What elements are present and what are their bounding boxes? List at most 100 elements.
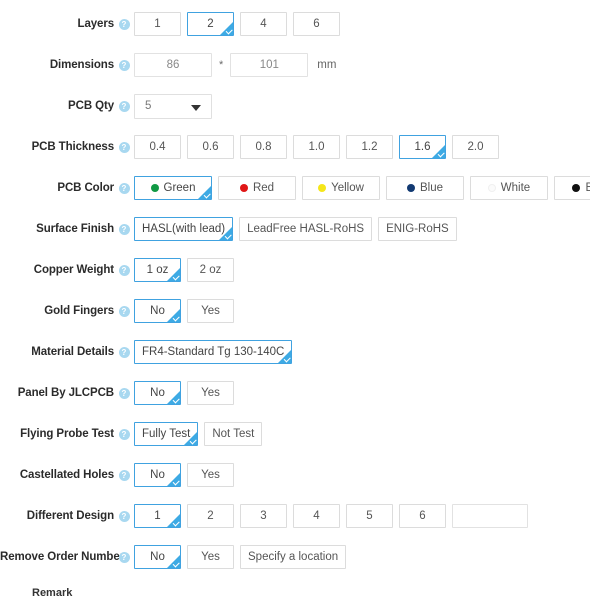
- option-layers-1[interactable]: 1: [134, 12, 181, 36]
- option-pcb-thickness-0-4[interactable]: 0.4: [134, 135, 181, 159]
- option-castellated-holes-yes[interactable]: Yes: [187, 463, 234, 487]
- option-pcb-thickness-1-2[interactable]: 1.2: [346, 135, 393, 159]
- field-label-castellated-holes: Castellated Holes: [19, 469, 114, 481]
- controls-material-details: FR4-Standard Tg 130-140C: [134, 340, 590, 364]
- option-flying-probe-test-not-test[interactable]: Not Test: [204, 422, 263, 446]
- controls-gold-fingers: No Yes: [134, 299, 590, 323]
- option-label: Not Test: [212, 428, 255, 440]
- option-label: Yes: [201, 469, 220, 481]
- option-pcb-thickness-1-0[interactable]: 1.0: [293, 135, 340, 159]
- help-cell-castellated-holes: ?: [114, 469, 134, 481]
- option-label: 1: [154, 510, 161, 522]
- help-icon[interactable]: ?: [118, 100, 130, 112]
- option-different-design-1[interactable]: 1: [134, 504, 181, 528]
- option-different-design-5[interactable]: 5: [346, 504, 393, 528]
- option-pcb-color-yellow[interactable]: Yellow: [302, 176, 380, 200]
- controls-flying-probe-test: Fully Test Not Test: [134, 422, 590, 446]
- option-surface-finish-hasl-with-lead[interactable]: HASL(with lead): [134, 217, 234, 241]
- color-swatch-white-icon: [487, 184, 496, 192]
- option-layers-2[interactable]: 2: [187, 12, 234, 36]
- option-label: 1.0: [308, 141, 325, 153]
- help-icon[interactable]: ?: [118, 264, 130, 276]
- option-label: ENIG-RoHS: [386, 223, 449, 235]
- controls-pcb-thickness: 0.4 0.6 0.8 1.0 1.2 1.6 2.0: [134, 135, 590, 159]
- option-label: No: [150, 551, 165, 563]
- controls-copper-weight: 1 oz 2 oz: [134, 258, 590, 282]
- option-label: 2: [207, 510, 214, 522]
- option-label: White: [500, 182, 531, 194]
- chevron-down-icon: [191, 104, 201, 111]
- help-icon[interactable]: ?: [118, 182, 130, 194]
- field-label-dimensions: Dimensions: [49, 59, 114, 71]
- help-cell-material-details: ?: [114, 346, 134, 358]
- option-remove-order-number-yes[interactable]: Yes: [187, 545, 234, 569]
- option-gold-fingers-yes[interactable]: Yes: [187, 299, 234, 323]
- controls-castellated-holes: No Yes: [134, 463, 590, 487]
- option-pcb-color-white[interactable]: White: [470, 176, 548, 200]
- option-remove-order-number-specify-a-location[interactable]: Specify a location: [240, 545, 347, 569]
- help-icon[interactable]: ?: [118, 510, 130, 522]
- option-pcb-thickness-2-0[interactable]: 2.0: [452, 135, 499, 159]
- help-icon[interactable]: ?: [118, 223, 130, 235]
- option-surface-finish-enig-rohs[interactable]: ENIG-RoHS: [378, 217, 457, 241]
- help-icon[interactable]: ?: [118, 18, 130, 30]
- help-icon[interactable]: ?: [118, 551, 130, 563]
- form-row-castellated-holes: Castellated Holes? No Yes: [0, 455, 590, 495]
- option-layers-6[interactable]: 6: [293, 12, 340, 36]
- option-layers-4[interactable]: 4: [240, 12, 287, 36]
- controls-pcb-color: Green Red Yellow Blue White Black: [134, 176, 590, 200]
- pcb-qty-select[interactable]: 5: [134, 93, 212, 119]
- option-copper-weight-2-oz[interactable]: 2 oz: [187, 258, 234, 282]
- option-castellated-holes-no[interactable]: No: [134, 463, 181, 487]
- controls-dimensions: * mm: [134, 53, 590, 77]
- option-pcb-color-blue[interactable]: Blue: [386, 176, 464, 200]
- option-pcb-color-black[interactable]: Black: [554, 176, 590, 200]
- option-label: 0.6: [202, 141, 219, 153]
- option-remove-order-number-no[interactable]: No: [134, 545, 181, 569]
- field-label-layers: Layers: [77, 18, 115, 30]
- option-label: HASL(with lead): [142, 223, 226, 235]
- option-label: Yes: [201, 387, 220, 399]
- option-pcb-color-red[interactable]: Red: [218, 176, 296, 200]
- help-icon[interactable]: ?: [118, 469, 130, 481]
- help-cell-different-design: ?: [114, 510, 134, 522]
- option-pcb-thickness-1-6[interactable]: 1.6: [399, 135, 446, 159]
- help-icon[interactable]: ?: [118, 59, 130, 71]
- different-design-input[interactable]: [452, 504, 528, 528]
- option-gold-fingers-no[interactable]: No: [134, 299, 181, 323]
- option-panel-by-jlcpcb-yes[interactable]: Yes: [187, 381, 234, 405]
- help-icon[interactable]: ?: [118, 346, 130, 358]
- help-icon[interactable]: ?: [118, 305, 130, 317]
- option-different-design-3[interactable]: 3: [240, 504, 287, 528]
- option-different-design-6[interactable]: 6: [399, 504, 446, 528]
- option-pcb-thickness-0-8[interactable]: 0.8: [240, 135, 287, 159]
- remark-label: Remark: [32, 587, 73, 599]
- option-label: Black: [585, 182, 590, 194]
- form-row-layers: Layers? 1 2 4 6: [0, 4, 590, 44]
- help-icon[interactable]: ?: [118, 141, 130, 153]
- help-icon[interactable]: ?: [118, 387, 130, 399]
- help-icon[interactable]: ?: [118, 428, 130, 440]
- option-copper-weight-1-oz[interactable]: 1 oz: [134, 258, 181, 282]
- option-label: 1.2: [361, 141, 378, 153]
- option-flying-probe-test-fully-test[interactable]: Fully Test: [134, 422, 199, 446]
- option-pcb-color-green[interactable]: Green: [134, 176, 212, 200]
- help-cell-pcb-thickness: ?: [114, 141, 134, 153]
- option-label: 3: [260, 510, 267, 522]
- option-panel-by-jlcpcb-no[interactable]: No: [134, 381, 181, 405]
- form-row-flying-probe-test: Flying Probe Test? Fully Test Not Test: [0, 414, 590, 454]
- field-label-different-design: Different Design: [26, 510, 114, 522]
- help-cell-copper-weight: ?: [114, 264, 134, 276]
- field-label-gold-fingers: Gold Fingers: [44, 305, 114, 317]
- form-row-pcb-thickness: PCB Thickness? 0.4 0.6 0.8 1.0 1.2 1.6 2.0: [0, 127, 590, 167]
- dimension-width-input[interactable]: [134, 53, 212, 77]
- field-label-remove-order-number: Remove Order Number: [0, 551, 124, 563]
- dimension-height-input[interactable]: [230, 53, 309, 77]
- option-surface-finish-leadfree-hasl-rohs[interactable]: LeadFree HASL-RoHS: [239, 217, 373, 241]
- option-pcb-thickness-0-6[interactable]: 0.6: [187, 135, 234, 159]
- option-material-details-fr4-standard-tg-130-140c[interactable]: FR4-Standard Tg 130-140C: [134, 340, 293, 364]
- form-row-copper-weight: Copper Weight? 1 oz 2 oz: [0, 250, 590, 290]
- option-different-design-4[interactable]: 4: [293, 504, 340, 528]
- help-cell-gold-fingers: ?: [114, 305, 134, 317]
- option-different-design-2[interactable]: 2: [187, 504, 234, 528]
